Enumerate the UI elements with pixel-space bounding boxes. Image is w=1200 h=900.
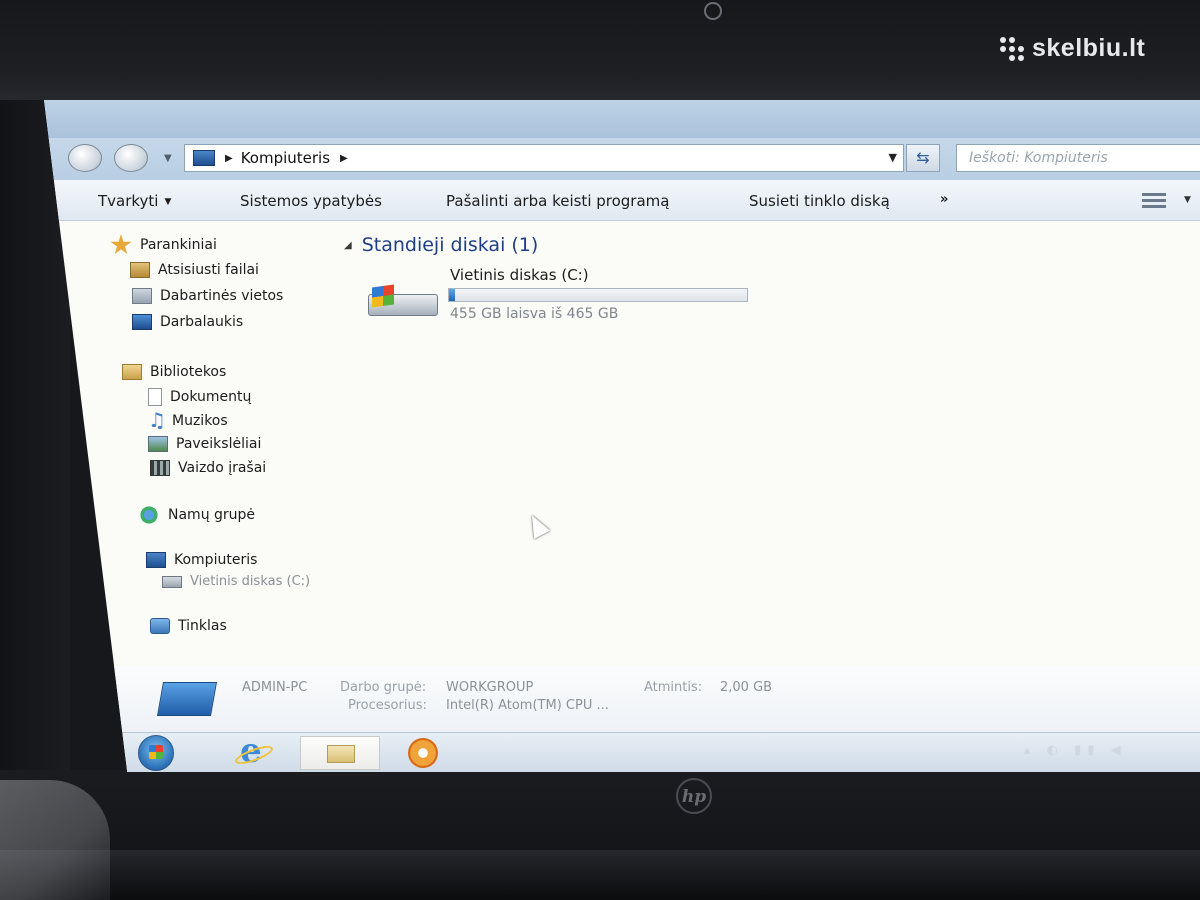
media-player-icon[interactable] (408, 738, 438, 768)
homegroup-icon (138, 506, 160, 524)
more-commands-button[interactable]: » (940, 192, 948, 207)
system-tray[interactable]: ▴ ◐ ▮▮ ◀ (1024, 743, 1127, 758)
nav-computer-label: Kompiuteris (174, 552, 258, 568)
star-icon (110, 234, 132, 255)
nav-favorites-label: Parankiniai (140, 237, 217, 253)
windows-explorer-taskbar-button[interactable] (300, 736, 380, 770)
network-icon (150, 618, 170, 634)
hard-drive-icon (162, 575, 182, 588)
search-input[interactable]: Ieškoti: Kompiuteris (956, 144, 1200, 172)
chevron-down-icon: ▼ (164, 196, 172, 207)
watermark-text: skelbiu.lt (1032, 34, 1146, 62)
memory-label: Atmintis: (644, 680, 703, 695)
nav-network-label: Tinklas (178, 618, 227, 634)
laptop-base (0, 850, 1200, 900)
nav-item-label: Darbalaukis (160, 314, 244, 330)
back-button[interactable] (68, 144, 102, 172)
watermark: skelbiu.lt (1000, 34, 1145, 63)
taskbar: ▴ ◐ ▮▮ ◀ (44, 731, 1200, 772)
nav-item-pictures[interactable]: Paveikslėliai (148, 436, 261, 452)
pc-name: ADMIN-PC (242, 680, 308, 695)
recent-places-icon (132, 288, 152, 304)
refresh-button[interactable]: ⇆ (906, 144, 940, 172)
pictures-icon (148, 436, 168, 452)
memory-value: 2,00 GB (720, 680, 773, 695)
recent-pages-chevron-icon[interactable]: ▼ (164, 153, 172, 164)
drive-free-space: 455 GB laisva iš 465 GB (450, 306, 619, 322)
nav-item-desktop[interactable]: Darbalaukis (132, 314, 243, 330)
hp-logo: hp (676, 778, 712, 814)
nav-computer[interactable]: Kompiuteris (146, 552, 257, 568)
forward-button[interactable] (114, 144, 148, 172)
navigation-pane: Parankiniai Atsisiusti failai Dabartinės… (44, 222, 344, 722)
system-properties-button[interactable]: Sistemos ypatybės (240, 192, 382, 210)
computer-icon (146, 552, 166, 568)
details-pane: ADMIN-PC Darbo grupė: WORKGROUP Atmintis… (44, 666, 1200, 732)
drive-usage-bar (448, 288, 748, 302)
breadcrumb-separator-icon[interactable]: ▶ (340, 153, 348, 164)
workgroup-value: WORKGROUP (446, 680, 534, 695)
nav-libraries-label: Bibliotekos (150, 364, 227, 380)
windows-logo-icon (372, 284, 394, 308)
nav-item-label: Vaizdo įrašai (178, 460, 267, 476)
view-dropdown-icon[interactable]: ▼ (1184, 195, 1191, 205)
breadcrumb-separator-icon[interactable]: ▶ (225, 153, 233, 164)
computer-icon (193, 150, 215, 166)
organize-label: Tvarkyti (98, 192, 159, 210)
hard-drive-icon[interactable] (368, 284, 438, 318)
organize-button[interactable]: Tvarkyti ▼ (98, 192, 171, 210)
nav-homegroup-label: Namų grupė (168, 507, 256, 523)
nav-homegroup[interactable]: Namų grupė (138, 506, 255, 524)
nav-favorites[interactable]: Parankiniai (110, 234, 217, 256)
nav-item-label: Vietinis diskas (C:) (190, 574, 311, 589)
screen: ▼ ▶ Kompiuteris ▶ ▼ ⇆ Ieškoti: Kompiuter… (44, 100, 1200, 772)
nav-item-recent-places[interactable]: Dabartinės vietos (132, 288, 283, 304)
nav-item-label: Atsisiusti failai (158, 262, 259, 278)
nav-item-documents[interactable]: Dokumentų (148, 388, 251, 406)
window-title-bar (44, 100, 1200, 138)
drive-usage-fill (449, 289, 455, 301)
workgroup-label: Darbo grupė: (340, 680, 427, 695)
nav-item-label: Muzikos (172, 413, 228, 429)
videos-icon (150, 460, 170, 476)
documents-icon (148, 388, 162, 406)
webcam-icon (704, 2, 722, 20)
mouse-cursor-icon (523, 511, 551, 539)
nav-libraries[interactable]: Bibliotekos (122, 364, 226, 380)
desktop-icon (132, 314, 152, 330)
group-title: Standieji diskai (1) (361, 234, 539, 256)
breadcrumb-computer[interactable]: Kompiuteris (241, 149, 330, 167)
uninstall-program-button[interactable]: Pašalinti arba keisti programą (446, 192, 669, 210)
command-bar: Tvarkyti ▼ Sistemos ypatybės Pašalinti ar… (44, 180, 1200, 221)
collapse-triangle-icon[interactable]: ◢ (344, 240, 352, 251)
watermark-logo-icon (1000, 36, 1024, 61)
nav-item-label: Dokumentų (170, 389, 252, 405)
downloads-folder-icon (130, 262, 150, 278)
libraries-icon (122, 364, 142, 380)
computer-icon (157, 682, 217, 716)
map-network-drive-button[interactable]: Susieti tinklo diską (749, 192, 890, 210)
nav-item-downloads[interactable]: Atsisiusti failai (130, 262, 259, 278)
nav-item-label: Dabartinės vietos (160, 288, 284, 304)
nav-item-local-disk[interactable]: Vietinis diskas (C:) (162, 574, 310, 589)
group-header-hard-drives[interactable]: ◢ Standieji diskai (1) (344, 234, 538, 256)
address-dropdown-icon[interactable]: ▼ (889, 151, 897, 164)
nav-item-videos[interactable]: Vaizdo įrašai (150, 460, 266, 476)
processor-label: Procesorius: (348, 698, 427, 713)
nav-network[interactable]: Tinklas (150, 618, 227, 634)
start-button[interactable] (138, 735, 174, 771)
internet-explorer-icon[interactable] (234, 731, 272, 771)
music-icon (148, 408, 166, 432)
change-view-icon[interactable] (1142, 193, 1166, 209)
nav-item-music[interactable]: Muzikos (148, 408, 228, 432)
drive-name[interactable]: Vietinis diskas (C:) (450, 266, 589, 284)
laptop-base-corner (0, 780, 110, 900)
nav-item-label: Paveikslėliai (176, 436, 262, 452)
address-bar[interactable]: ▶ Kompiuteris ▶ ▼ (184, 144, 904, 172)
navigation-bar: ▼ ▶ Kompiuteris ▶ ▼ ⇆ Ieškoti: Kompiuter… (44, 138, 1200, 180)
processor-value: Intel(R) Atom(TM) CPU ... (446, 698, 609, 713)
